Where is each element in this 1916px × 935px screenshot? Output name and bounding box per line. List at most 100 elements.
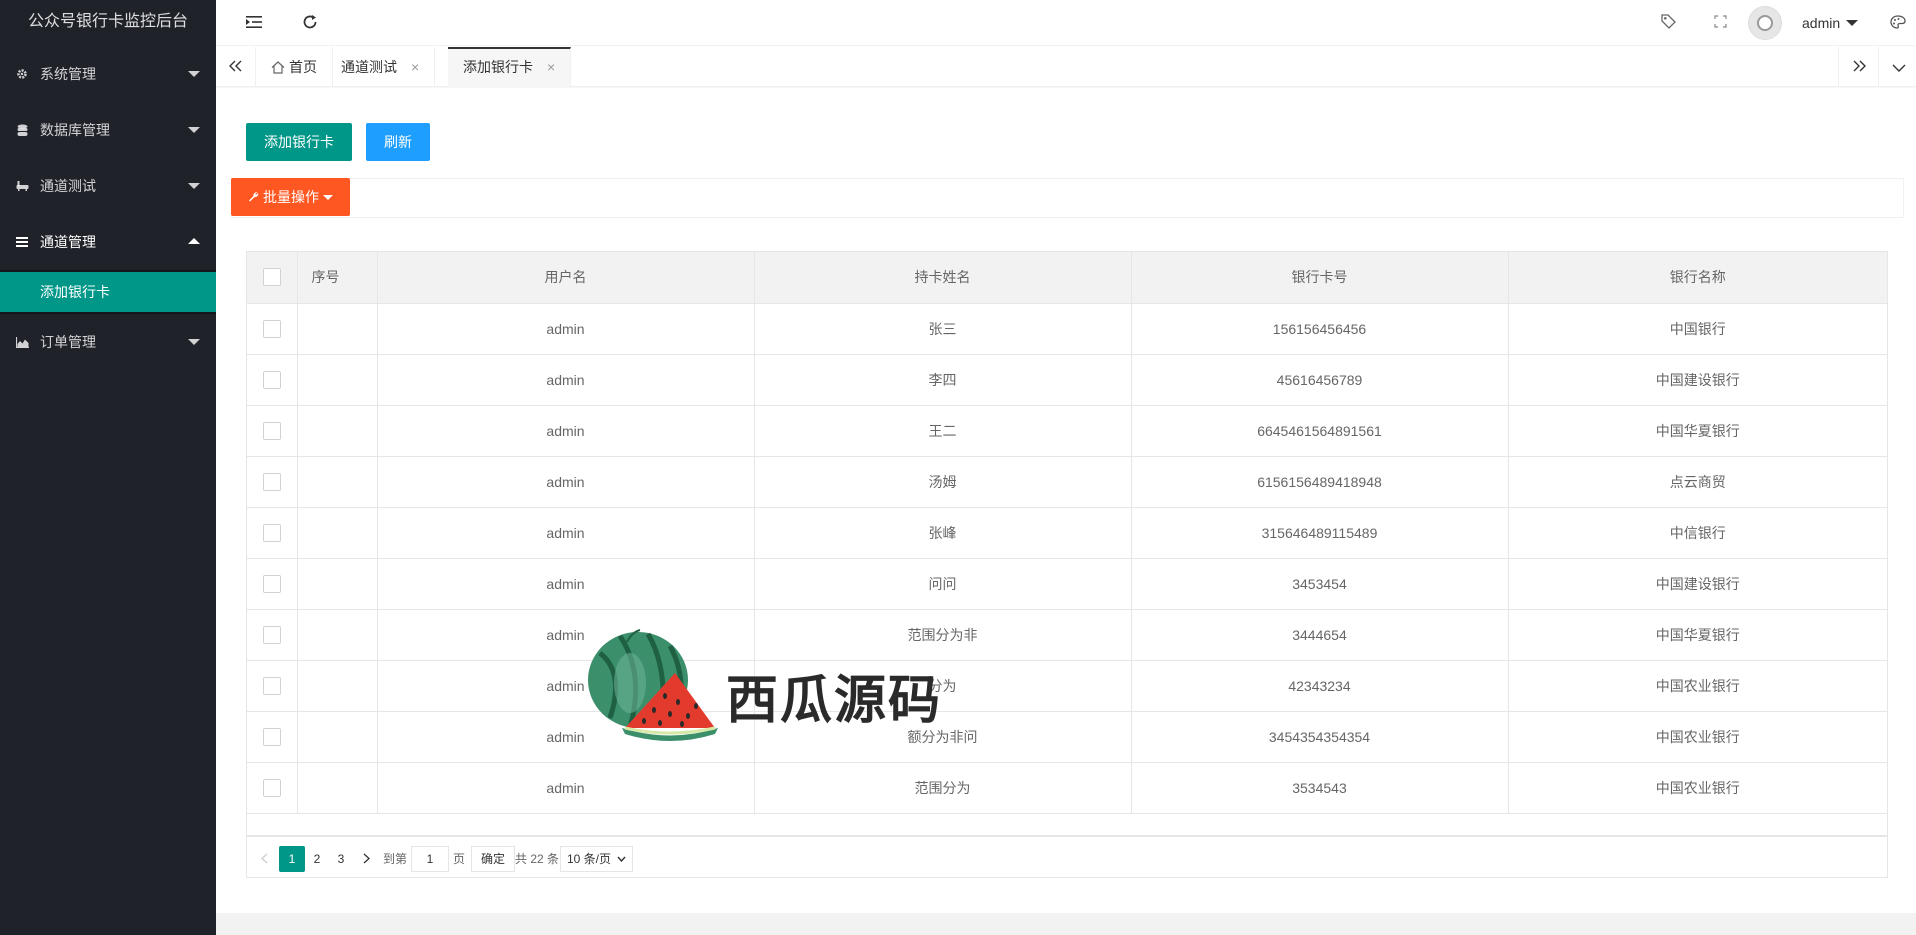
cell-bank-name: 中国建设银行 (1508, 354, 1887, 406)
table-row: admin 分为 42343234 中国农业银行 (247, 660, 1887, 712)
cell-card-number: 6156156489418948 (1131, 456, 1509, 508)
tabs-scroll-left-button[interactable] (216, 47, 256, 87)
avatar[interactable] (1748, 6, 1782, 40)
row-checkbox[interactable] (262, 523, 281, 542)
cell-card-number: 3534543 (1131, 762, 1509, 814)
close-icon[interactable]: × (411, 59, 419, 75)
row-checkbox[interactable] (262, 778, 281, 797)
main-content: 添加银行卡 刷新 批量操作 序号 用户名 持卡姓名 银行卡号 银行名称 admi… (216, 88, 1916, 935)
cell-cardholder: 张三 (754, 303, 1132, 355)
wrench-icon (248, 179, 259, 217)
cell-username: admin (377, 456, 755, 508)
next-page-button[interactable] (357, 846, 375, 872)
column-header-bank-name[interactable]: 银行名称 (1508, 252, 1887, 304)
table-row: admin 范围分为非 3444654 中国华夏银行 (247, 609, 1887, 661)
row-select-cell (247, 405, 298, 457)
cell-card-number: 156156456456 (1131, 303, 1509, 355)
cell-bank-name: 中国银行 (1508, 303, 1887, 355)
theme-tag-button[interactable] (1652, 0, 1684, 46)
top-header: admin (216, 0, 1916, 46)
page-1-button[interactable]: 1 (279, 845, 305, 872)
tab-channel-test[interactable]: 通道测试 × (326, 47, 436, 87)
cell-cardholder: 范围分为 (754, 762, 1132, 814)
chevron-down-icon (617, 856, 626, 862)
gear-icon (14, 46, 30, 102)
row-checkbox[interactable] (262, 421, 281, 440)
sidebar-item-channel-manage[interactable]: 通道管理 (0, 214, 216, 270)
cell-username: admin (377, 558, 755, 610)
chevron-right-icon (363, 853, 370, 863)
row-checkbox[interactable] (262, 625, 281, 644)
sidebar-subitem-add-bank-card[interactable]: 添加银行卡 (0, 272, 216, 312)
watermelon-logo (588, 629, 718, 741)
goto-confirm-button[interactable]: 确定 (471, 845, 516, 872)
cell-username: admin (377, 762, 755, 814)
row-checkbox[interactable] (262, 727, 281, 746)
refresh-page-button[interactable] (294, 0, 326, 46)
close-icon[interactable]: × (547, 59, 555, 75)
tabs-menu-button[interactable] (1878, 47, 1916, 87)
tabs-scroll-right-button[interactable] (1838, 47, 1878, 87)
table-row: admin 汤姆 6156156489418948 点云商贸 (247, 456, 1887, 508)
collapse-sidebar-button[interactable] (238, 0, 270, 46)
table-spacer-row (247, 813, 1887, 836)
sidebar: 公众号银行卡监控后台 系统管理 数据库管理 通道测试 通道管理 添加银行卡 订单… (0, 0, 216, 935)
goto-page-input[interactable]: 1 (411, 845, 449, 872)
column-header-username[interactable]: 用户名 (377, 252, 755, 304)
row-select-cell (247, 558, 298, 610)
refresh-button[interactable]: 刷新 (366, 123, 430, 161)
palette-button[interactable] (1882, 0, 1914, 46)
row-checkbox[interactable] (262, 574, 281, 593)
cell-bank-name: 点云商贸 (1508, 456, 1887, 508)
chevron-down-icon (188, 127, 200, 133)
tab-label: 添加银行卡 (463, 59, 533, 75)
user-name: admin (1802, 15, 1841, 31)
user-menu[interactable]: admin (1802, 0, 1859, 46)
cell-card-number: 3454354354354 (1131, 711, 1509, 763)
prev-page-button[interactable] (255, 846, 273, 872)
cell-username: admin (377, 507, 755, 559)
sidebar-item-orders[interactable]: 订单管理 (0, 314, 216, 370)
cell-bank-name: 中信银行 (1508, 507, 1887, 559)
page-size-select[interactable]: 10 条/页 (560, 845, 634, 872)
home-icon (271, 49, 285, 89)
page-2-button[interactable]: 2 (305, 846, 329, 872)
cell-username: admin (377, 405, 755, 457)
cell-seq (297, 303, 378, 355)
row-select-cell (247, 609, 298, 661)
double-chevron-left-icon (228, 59, 243, 75)
sidebar-item-label: 数据库管理 (40, 122, 110, 138)
fullscreen-button[interactable] (1704, 0, 1736, 46)
row-checkbox[interactable] (262, 370, 281, 389)
chevron-left-icon (260, 853, 267, 863)
cell-bank-name: 中国农业银行 (1508, 762, 1887, 814)
row-select-cell (247, 762, 298, 814)
cell-seq (297, 405, 378, 457)
tab-label: 通道测试 (341, 59, 397, 75)
tab-home[interactable]: 首页 (256, 47, 333, 87)
add-bank-card-button[interactable]: 添加银行卡 (246, 123, 352, 161)
cell-username: admin (377, 303, 755, 355)
watermark: 西瓜源码 (570, 628, 950, 743)
goto-label: 到第 (383, 851, 408, 866)
column-header-seq[interactable]: 序号 (297, 252, 378, 304)
sidebar-item-database[interactable]: 数据库管理 (0, 102, 216, 158)
row-checkbox[interactable] (262, 319, 281, 338)
row-checkbox[interactable] (262, 472, 281, 491)
chevron-down-icon (323, 194, 333, 200)
column-header-cardholder[interactable]: 持卡姓名 (754, 252, 1132, 304)
table-row: admin 范围分为 3534543 中国农业银行 (247, 762, 1887, 814)
select-all-checkbox[interactable] (262, 268, 281, 287)
avatar-face-icon (1757, 15, 1773, 31)
cell-card-number: 6645461564891561 (1131, 405, 1509, 457)
tab-add-bank-card[interactable]: 添加银行卡 × (448, 47, 572, 87)
row-checkbox[interactable] (262, 676, 281, 695)
sidebar-item-system[interactable]: 系统管理 (0, 46, 216, 102)
batch-operation-button[interactable]: 批量操作 (231, 178, 350, 216)
bathtub-icon (14, 158, 30, 214)
column-header-card-number[interactable]: 银行卡号 (1131, 252, 1509, 304)
fullscreen-icon (1713, 15, 1727, 31)
sidebar-item-channel-test[interactable]: 通道测试 (0, 158, 216, 214)
palette-icon (1890, 14, 1906, 32)
page-3-button[interactable]: 3 (329, 846, 353, 872)
